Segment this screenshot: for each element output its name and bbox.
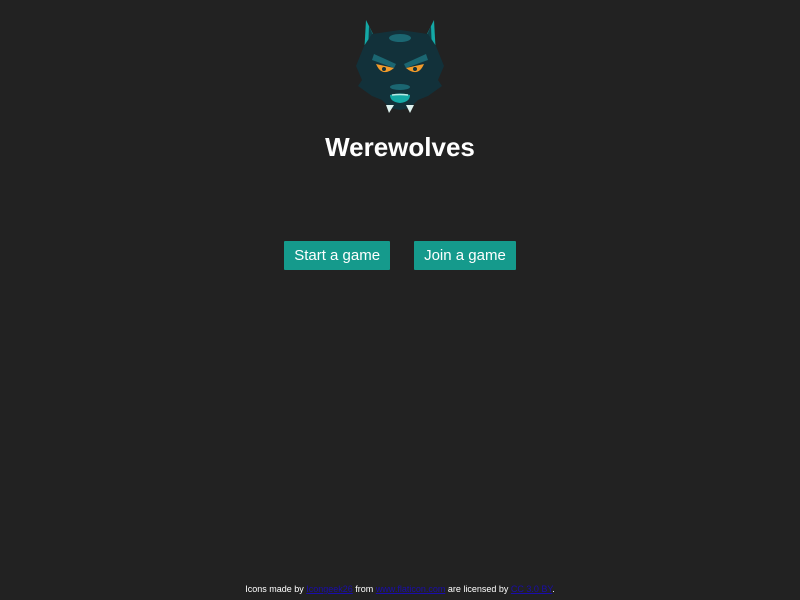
flaticon-link[interactable]: www.flaticon.com bbox=[376, 584, 446, 594]
page: Werewolves Start a game Join a game Icon… bbox=[0, 0, 800, 600]
footer-license-text: are licensed by bbox=[447, 584, 509, 594]
license-link[interactable]: CC 3.0 BY bbox=[511, 584, 552, 594]
footer-suffix: . bbox=[552, 584, 555, 594]
action-buttons: Start a game Join a game bbox=[0, 241, 800, 270]
attribution-footer: Icons made by Icongeek26 from www.flatic… bbox=[0, 583, 800, 595]
page-title: Werewolves bbox=[325, 132, 475, 162]
join-game-button[interactable]: Join a game bbox=[414, 241, 516, 270]
author-link[interactable]: Icongeek26 bbox=[306, 584, 353, 594]
footer-prefix: Icons made by bbox=[245, 584, 304, 594]
start-game-button[interactable]: Start a game bbox=[284, 241, 391, 270]
werewolf-head-icon bbox=[352, 16, 448, 116]
footer-from-text: from bbox=[355, 584, 374, 594]
